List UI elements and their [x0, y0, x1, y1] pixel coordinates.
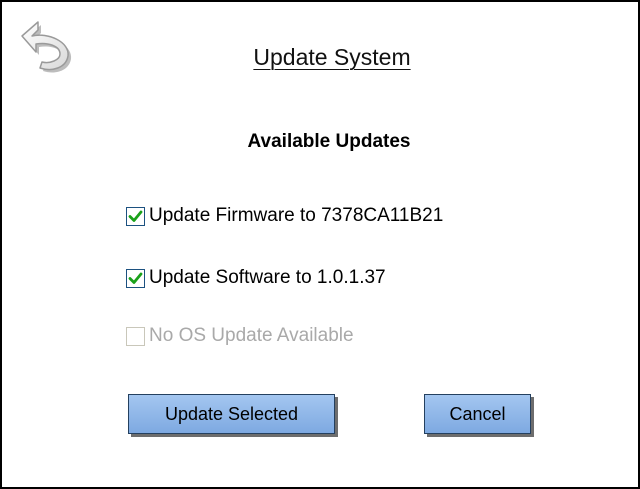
section-heading: Available Updates	[247, 131, 411, 152]
page-title: Update System	[253, 44, 411, 70]
software-checkbox[interactable]	[126, 268, 145, 288]
os-checkbox	[126, 326, 145, 346]
software-option-label: Update Software to 1.0.1.37	[149, 267, 386, 288]
firmware-option-label: Update Firmware to 7378CA11B21	[149, 205, 444, 226]
os-update-option: No OS Update Available	[126, 322, 354, 350]
checkmark-icon	[128, 210, 143, 222]
checkmark-icon	[128, 272, 143, 284]
firmware-checkbox[interactable]	[126, 206, 145, 226]
update-system-dialog: Update System Available Updates Update F…	[0, 0, 640, 489]
software-update-option[interactable]: Update Software to 1.0.1.37	[126, 264, 386, 292]
update-selected-button[interactable]: Update Selected	[128, 394, 335, 434]
firmware-update-option[interactable]: Update Firmware to 7378CA11B21	[126, 202, 443, 230]
cancel-button[interactable]: Cancel	[424, 394, 531, 434]
os-option-label: No OS Update Available	[149, 325, 354, 346]
